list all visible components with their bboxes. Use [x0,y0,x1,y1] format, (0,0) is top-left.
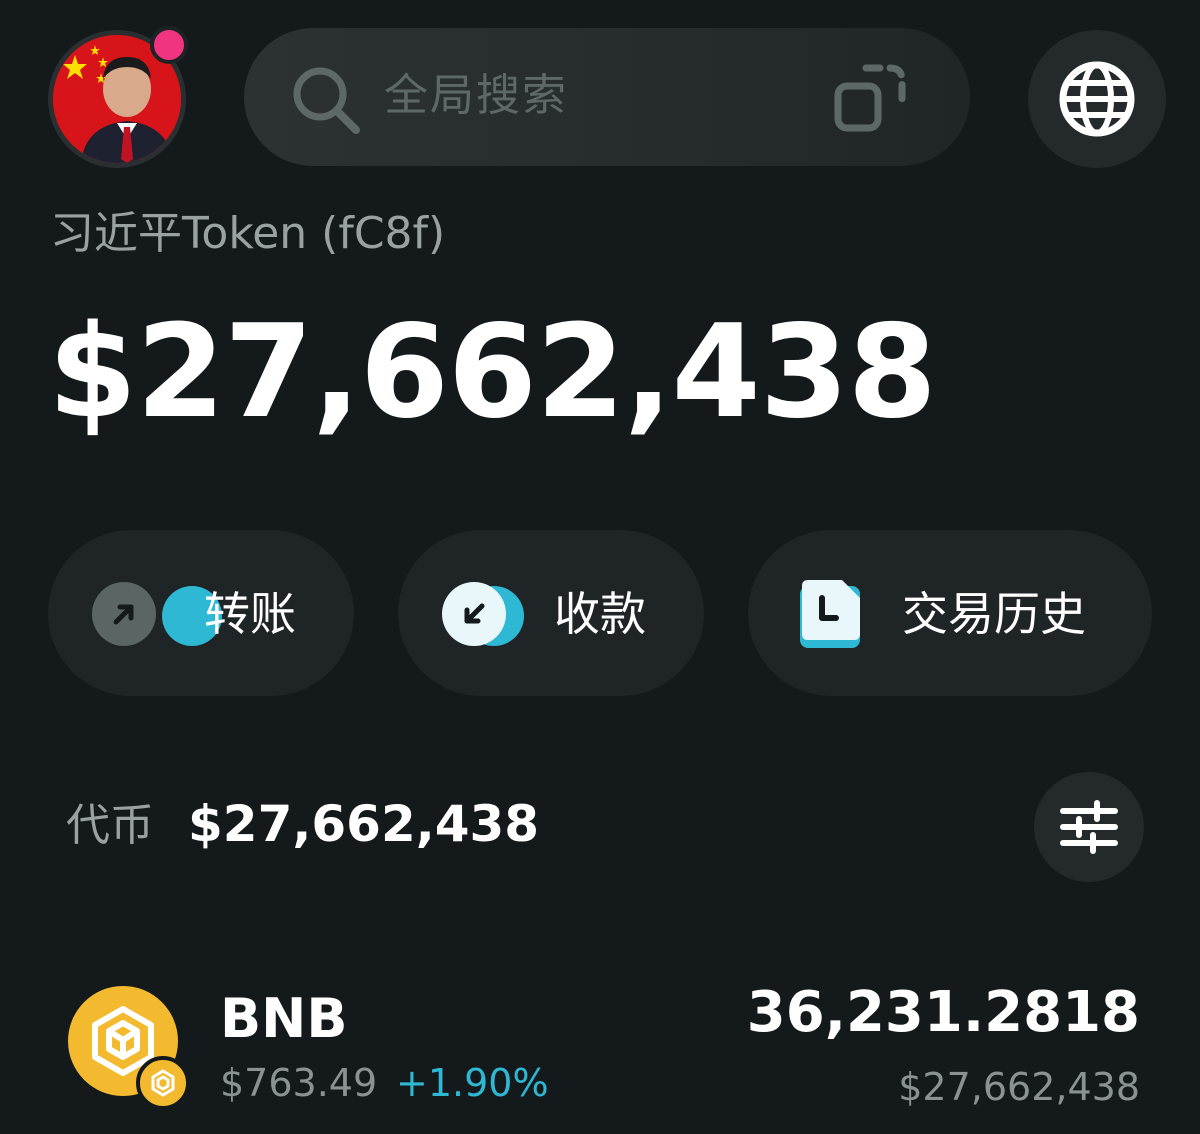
globe-icon [1059,61,1135,137]
receive-button[interactable]: 收款 [398,530,704,696]
arrow-up-right-icon [92,582,156,646]
history-button[interactable]: 交易历史 [748,530,1152,696]
total-balance: $27,662,438 [48,298,937,447]
scan-icon[interactable] [832,60,908,136]
history-document-icon [800,580,860,648]
account-name[interactable]: 习近平Token (fC8f) [50,204,445,264]
history-label: 交易历史 [902,587,1086,641]
search-input[interactable]: 全局搜索 [384,66,568,126]
arrow-down-left-icon [442,582,506,646]
search-icon [293,67,360,134]
filter-sliders-icon [1060,800,1118,854]
send-button[interactable]: 转账 [48,530,354,696]
token-symbol: BNB [220,987,348,1050]
send-label: 转账 [204,587,296,641]
globe-button[interactable] [1028,30,1166,168]
token-value: $27,662,438 [898,1065,1140,1109]
token-change: +1.90% [396,1061,549,1105]
bnb-chain-badge-icon [136,1056,190,1110]
token-amount: 36,231.2818 [746,980,1140,1045]
notification-dot [150,26,188,64]
token-price: $763.49 [220,1061,378,1105]
search-bar[interactable]: 全局搜索 [244,28,970,166]
tokens-tab[interactable]: 代币 [66,796,154,856]
token-row[interactable]: BNB $763.49 +1.90% 36,231.2818 $27,662,4… [0,960,1200,1134]
tokens-total: $27,662,438 [188,795,540,853]
filter-button[interactable] [1034,772,1144,882]
receive-label: 收款 [554,587,646,641]
